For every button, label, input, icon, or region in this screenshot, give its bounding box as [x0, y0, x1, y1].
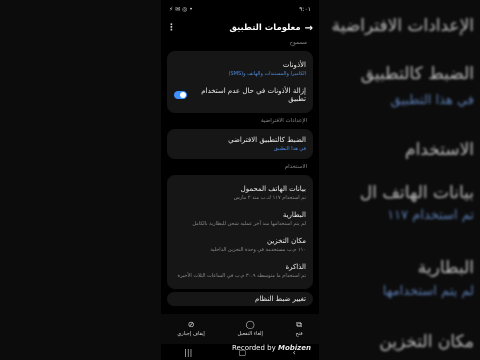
bottom-action-bar: ⧉ فتح ◯ إلغاء التفعيل ⊘ إيقاف إجباري: [161, 314, 319, 344]
remove-permissions-row[interactable]: إزالة الأذونات في حال عدم استخدام تطبيق: [174, 82, 306, 108]
bg-text: بيانات الهاتف ال: [359, 183, 474, 203]
back-arrow-icon[interactable]: →: [305, 23, 313, 34]
usage-card: بيانات الهاتف المحمول تم استخدام ١١٧ ك.ب…: [167, 175, 313, 289]
status-bar: ⚡ ✉ ◎ • ٩:٠١: [161, 0, 319, 18]
remove-permissions-label: إزالة الأذونات في حال عدم استخدام تطبيق: [201, 87, 306, 103]
open-icon: ⧉: [296, 320, 302, 329]
defaults-section-label: الإعدادات الافتراضية: [260, 118, 307, 124]
more-options-icon[interactable]: ⋮: [167, 23, 176, 33]
bg-text: الاستخدام: [405, 140, 474, 160]
mobile-data-title: بيانات الهاتف المحمول: [240, 185, 306, 193]
disable-label: إلغاء التفعيل: [237, 331, 263, 337]
change-system-settings[interactable]: تغيير ضبط النظام: [174, 295, 306, 303]
phone-screen: ⚡ ✉ ◎ • ٩:٠١ → معلومات التطبيق ⋮ مسموح ا…: [161, 0, 319, 360]
background-blur-right: الإعدادات الافتراضية الضبط كالتطبيق في ه…: [319, 0, 480, 360]
permissions-row[interactable]: الأذونات الكاميرا والمستندات والهاتف و(S…: [174, 56, 306, 82]
status-icons: ⚡ ✉ ◎ •: [169, 5, 193, 13]
disable-button[interactable]: ◯ إلغاء التفعيل: [237, 320, 263, 338]
battery-title: البطارية: [282, 211, 306, 219]
force-stop-icon: ⊘: [187, 320, 195, 329]
battery-subtitle: لم يتم استخدامها منذ آخر عملية شحن للبطا…: [192, 221, 306, 227]
bg-text: مكان التخزين: [379, 332, 474, 352]
status-time: ٩:٠١: [299, 5, 311, 13]
permissions-title: الأذونات: [282, 61, 306, 69]
mobile-data-row[interactable]: بيانات الهاتف المحمول تم استخدام ١١٧ ك.ب…: [174, 180, 306, 206]
remove-permissions-toggle[interactable]: [174, 91, 188, 99]
app-bar: → معلومات التطبيق ⋮: [161, 18, 319, 38]
set-default-row[interactable]: الضبط كالتطبيق الافتراضي في هذا التطبيق: [174, 134, 306, 154]
battery-row[interactable]: البطارية لم يتم استخدامها منذ آخر عملية …: [174, 206, 306, 232]
disable-icon: ◯: [245, 320, 255, 329]
watermark-brand: Mobizen: [277, 344, 311, 352]
background-blur-left: [0, 0, 161, 360]
force-stop-label: إيقاف إجباري: [177, 331, 205, 337]
storage-row[interactable]: مكان التخزين ١١٠ م.ب مستخدمة في وحدة الت…: [174, 232, 306, 258]
set-default-subtitle: في هذا التطبيق: [273, 146, 306, 152]
storage-subtitle: ١١٠ م.ب مستخدمة في وحدة التخزين الداخلية: [210, 247, 306, 253]
memory-row[interactable]: الذاكرة تم استخدام ما متوسطه ٣٠.٩ م.ب في…: [174, 258, 306, 284]
permissions-subtitle: الكاميرا والمستندات والهاتف و(SMS): [228, 71, 306, 77]
bg-text: في هذا التطبيق: [390, 93, 474, 108]
permissions-card: الأذونات الكاميرا والمستندات والهاتف و(S…: [167, 51, 313, 113]
recents-icon[interactable]: |||: [184, 348, 192, 357]
memory-subtitle: تم استخدام ما متوسطه ٣٠.٩ م.ب في الساعات…: [177, 273, 306, 279]
force-stop-button[interactable]: ⊘ إيقاف إجباري: [177, 320, 205, 338]
storage-title: مكان التخزين: [267, 237, 306, 245]
bg-text: تم استخدام ١١٧: [387, 208, 474, 223]
watermark-prefix: Recorded by: [232, 344, 276, 352]
bg-text: لم يتم استخدامها: [382, 284, 474, 299]
page-title: معلومات التطبيق: [229, 23, 301, 33]
open-button[interactable]: ⧉ فتح: [295, 320, 303, 338]
mobile-data-subtitle: تم استخدام ١١٧ ك.ب منذ ٢ مارس: [233, 195, 306, 201]
bg-text: الضبط كالتطبيق: [360, 64, 474, 84]
memory-title: الذاكرة: [285, 263, 306, 271]
set-default-title: الضبط كالتطبيق الافتراضي: [228, 136, 306, 144]
system-settings-card: تغيير ضبط النظام: [167, 292, 313, 306]
open-label: فتح: [295, 331, 303, 337]
recorder-watermark: Recorded by Mobizen: [232, 344, 311, 352]
usage-section-label: الاستخدام: [284, 164, 307, 170]
bg-text: الإعدادات الافتراضية: [331, 16, 474, 36]
defaults-card: الضبط كالتطبيق الافتراضي في هذا التطبيق: [167, 129, 313, 159]
permissions-section-label: مسموح: [289, 40, 307, 46]
bg-text: البطارية: [417, 258, 474, 278]
